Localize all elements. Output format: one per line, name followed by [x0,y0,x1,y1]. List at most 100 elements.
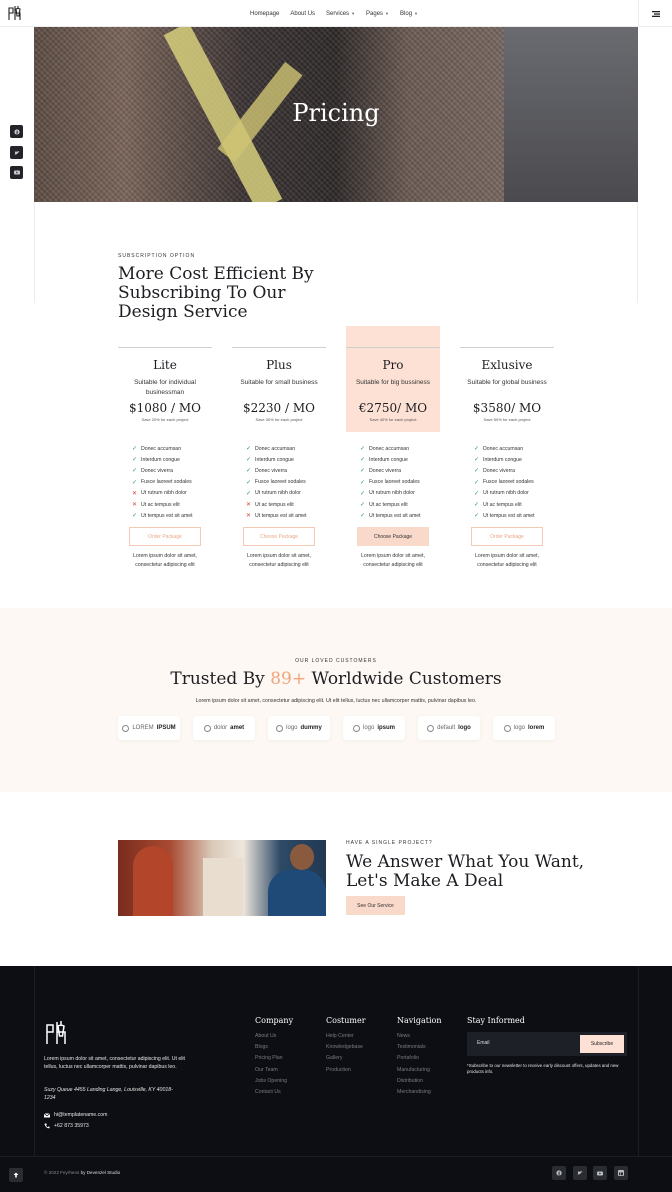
choose-package-button[interactable]: Choose Package [357,527,429,546]
brand-name-a: logo [513,725,525,731]
footer-link[interactable]: Testimonials [397,1044,441,1055]
menu-button[interactable] [638,0,672,27]
feature-item: ✕ Ut ac tempus elit [246,499,307,510]
footer-email[interactable]: hi@templatename.com [44,1112,107,1118]
tailor-photo [118,840,326,916]
twitter-icon [14,150,19,155]
feature-item: ✕ Ut ac tempus elit [132,499,193,510]
order-package-button[interactable]: Order Package [471,527,543,546]
plan-note: Lorem ipsum dolor sit amet, consectetur … [132,553,197,568]
nav-item-blog[interactable]: Blog ▼ [400,11,418,17]
footer-link[interactable]: Jobs Opening [255,1078,293,1089]
trusted-description: Lorem ipsum dolor sit amet, consectetur … [195,698,477,704]
nav-label: Blog [400,10,413,17]
footer-link[interactable]: Contact Us [255,1089,293,1100]
footer-link[interactable]: Portafolio [397,1055,441,1066]
brand-logo: logo dummy [268,716,330,740]
feature-list: ✓ Donec accumsan ✓ Interdum congue ✓ Donec vi… [132,443,193,521]
brand-logo: logo ipsum [343,716,405,740]
footer-youtube-link[interactable] [593,1166,607,1180]
youtube-link[interactable] [10,166,23,179]
brand-name-a: dolor [213,725,228,731]
plan-card-plus: Plus Suitable for small business $2230 / M… [232,326,326,576]
check-icon: ✓ [132,457,138,464]
divider [638,966,639,1156]
hero-banner: Pricing [34,27,638,202]
divider [0,1156,672,1157]
feature-label: Interdum congue [141,456,180,463]
pricing-title: More Cost Efficient By Subscribing To Ou… [118,264,314,322]
footer-link[interactable]: Our Team [255,1067,293,1078]
footer-phone[interactable]: +62 873 35973 [44,1123,89,1129]
check-icon: ✓ [474,490,480,497]
feature-label: Ut rutrum nibh dolor [369,490,415,497]
nav-item-about-us[interactable]: About Us [290,11,315,17]
feature-label: Fusce laoreet sodales [483,479,534,486]
feature-label: Donec viverra [483,467,516,474]
feature-item: ✓ Donec viverra [360,465,421,476]
brand-name-a: logo [286,725,298,731]
check-icon: ✓ [474,513,480,520]
choose-package-button[interactable]: Choose Package [243,527,315,546]
subscribe-button[interactable]: Subscribe [580,1035,624,1053]
feature-item: ✕ Ut rutrum nibh dolor [132,488,193,499]
twitter-link[interactable] [10,146,23,159]
email-input[interactable]: Email [477,1040,490,1046]
footer-address: Suzy Queue 4455 Landing Lange, Louisvill… [44,1087,173,1102]
footer-link[interactable]: Blogs [255,1044,293,1055]
brand-name-b: lorem [528,725,545,731]
footer-link[interactable]: Gallery [326,1055,366,1066]
footer-link[interactable]: Merchandising [397,1089,441,1100]
feature-label: Interdum congue [483,456,522,463]
photo-head [290,844,314,870]
plan-subtitle: Suitable for small business [240,379,318,386]
footer-link[interactable]: Manufacturing [397,1067,441,1078]
nav-item-pages[interactable]: Pages ▼ [366,11,389,17]
brand-name-b: dummy [300,725,322,731]
facebook-link[interactable] [10,125,23,138]
footer-twitter-link[interactable] [573,1166,587,1180]
brand-name-b: IPSUM [156,725,176,731]
mail-icon [44,1112,50,1117]
copyright-author[interactable]: by Devenzel Studio [81,1170,121,1175]
arrow-up-icon [13,1172,19,1178]
chevron-down-icon: ▼ [351,11,356,16]
footer-column-title: Company [255,1016,294,1025]
plan-card-exlusive: Exlusive Suitable for global business $358… [460,326,554,576]
cross-icon: ✕ [132,502,138,509]
footer-facebook-link[interactable] [552,1166,566,1180]
see-our-service-button[interactable]: See Our Service [346,896,405,915]
plan-card-lite: Lite Suitable for individual businessman $… [118,326,212,576]
footer-link[interactable]: News [397,1033,441,1044]
logo-icon[interactable] [7,4,29,22]
footer-link[interactable]: About Us [255,1033,293,1044]
footer-logo-icon[interactable] [44,1018,78,1046]
brand-name-b: logo [458,725,471,731]
plan-divider [346,347,440,348]
feature-item: ✓ Ut tempus est sit amet [474,510,535,521]
linkedin-icon [618,1170,624,1176]
nav-item-homepage[interactable]: Homepage [250,11,279,17]
check-icon: ✓ [360,457,366,464]
footer-link[interactable]: Pricing Plan [255,1055,293,1066]
check-icon: ✓ [246,457,252,464]
scroll-to-top-button[interactable] [9,1168,23,1182]
footer-linkedin-link[interactable] [614,1166,628,1180]
page-title: Pricing [292,99,380,127]
feature-item: ✓ Ut rutrum nibh dolor [360,488,421,499]
footer-link[interactable]: Knowledgebase [326,1044,366,1055]
footer-link[interactable]: Production [326,1067,366,1078]
footer-link-list: About Us Blogs Pricing Plan Our Team Jobs Op… [255,1033,293,1100]
feature-label: Donec viverra [141,467,174,474]
order-package-button[interactable]: Order Package [129,527,201,546]
plan-subtitle: Suitable for global business [467,379,547,386]
footer-link[interactable]: Distribution [397,1078,441,1089]
photo-figure [133,846,173,916]
feature-item: ✓ Interdum congue [246,454,307,465]
feature-label: Donec accumsan [483,445,524,452]
footer-link[interactable]: Help Center [326,1033,366,1044]
facebook-icon [556,1170,562,1176]
nav-item-services[interactable]: Services ▼ [326,11,355,17]
plan-price: $1080 / MO [129,401,201,415]
trusted-section: OUR LOVED CUSTOMERS Trusted By 89+ World… [0,608,672,792]
